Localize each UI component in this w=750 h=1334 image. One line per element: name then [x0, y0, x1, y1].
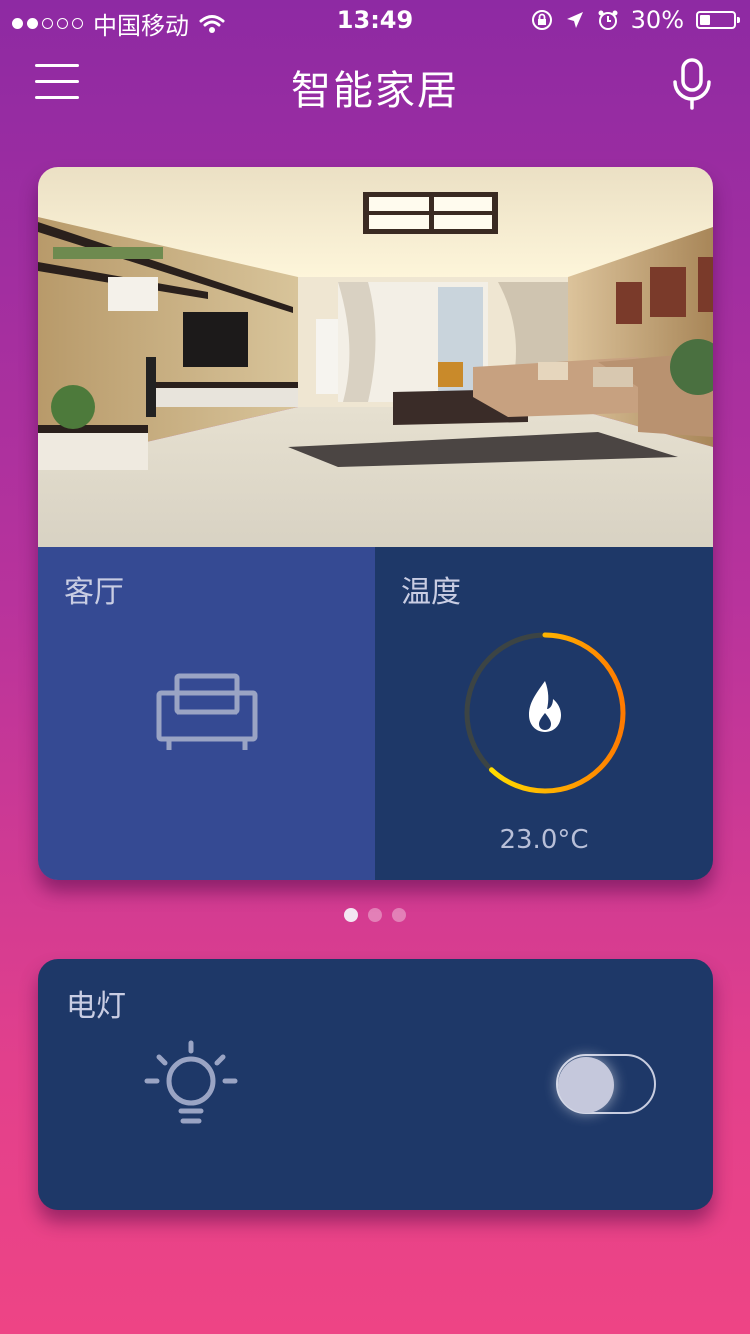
temperature-value: 23.0°C — [499, 825, 589, 855]
temperature-label: 温度 — [401, 575, 461, 610]
living-room-photo — [38, 167, 713, 547]
location-arrow-icon — [566, 12, 583, 28]
microphone-icon — [673, 58, 711, 110]
switch-knob[interactable] — [558, 1057, 614, 1113]
temperature-tile[interactable]: 温度 23.0°C — [375, 547, 713, 880]
page-dot[interactable] — [344, 908, 358, 922]
battery-percent: 30% — [630, 6, 684, 34]
nav-bar: 智能家居 — [0, 48, 750, 118]
light-switch[interactable] — [556, 1054, 656, 1114]
flame-icon — [529, 681, 561, 732]
page-title: 智能家居 — [291, 68, 459, 114]
sofa-icon — [156, 673, 258, 750]
room-card[interactable]: 客厅 温度 23.0°C — [38, 167, 713, 880]
orientation-lock-icon — [531, 10, 552, 30]
battery-icon — [696, 11, 740, 29]
page-indicator[interactable] — [0, 908, 750, 922]
alarm-icon — [598, 10, 618, 30]
status-bar: 中国移动 13:49 30% — [0, 0, 750, 40]
room-label: 客厅 — [64, 575, 124, 610]
page-dot[interactable] — [392, 908, 406, 922]
light-card[interactable]: 电灯 — [38, 959, 713, 1210]
page-dot[interactable] — [368, 908, 382, 922]
light-label: 电灯 — [66, 989, 126, 1024]
microphone-button[interactable] — [670, 56, 714, 112]
living-room-tile[interactable]: 客厅 — [38, 547, 375, 880]
temperature-gauge — [464, 632, 626, 794]
light-bulb-icon — [144, 1040, 238, 1124]
